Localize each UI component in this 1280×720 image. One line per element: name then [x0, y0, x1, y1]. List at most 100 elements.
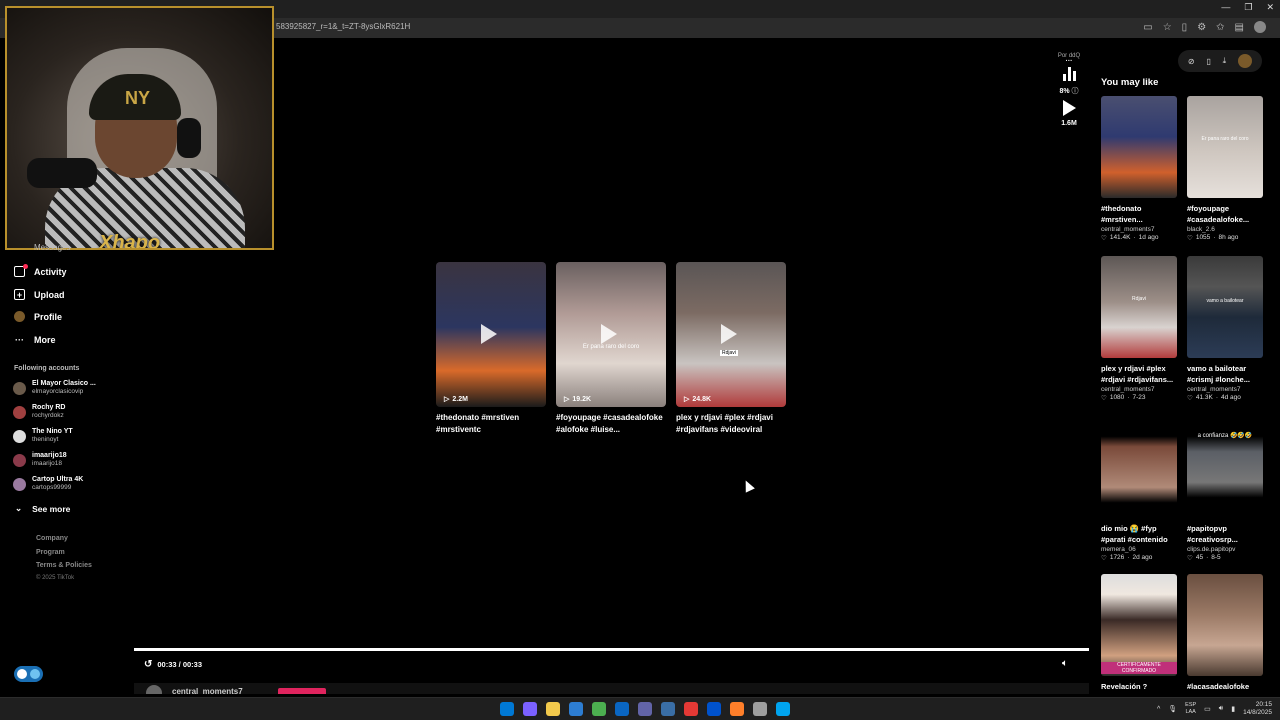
following-account[interactable]: Rochy RD rochyrdokz	[13, 404, 65, 420]
chevron-up-icon[interactable]: ^	[1157, 706, 1160, 713]
compass-icon[interactable]: ⊘	[1188, 57, 1195, 66]
video-title[interactable]: #foyoupage #casadealofoke #alofoke #luis…	[556, 412, 668, 436]
sidebar-item-profile[interactable]: Profile	[14, 311, 62, 322]
video-thumbnail[interactable]	[1187, 574, 1263, 676]
more-options-icon[interactable]: ···	[1055, 58, 1083, 65]
recommended-video[interactable]: #thedonato #mrstiven... central_moments7 …	[1101, 96, 1177, 242]
rec-author[interactable]: central_moments7	[1187, 386, 1263, 393]
sidebar-item-messages-partial[interactable]: Messages	[34, 243, 70, 252]
see-more-button[interactable]: ⌄ See more	[15, 503, 70, 514]
mic-icon[interactable]: 🎙︎	[1168, 705, 1177, 713]
video-thumbnail[interactable]: CERTIFICAMENTE CONFIRMADO	[1101, 574, 1177, 676]
sidebar-item-label: More	[34, 334, 56, 345]
play-small-icon: ▷	[564, 396, 570, 403]
video-progress-bar[interactable]	[134, 648, 1089, 651]
collections-icon[interactable]: ▤	[1235, 22, 1244, 33]
rec-stats: ♡ 141.4K · 1d ago	[1101, 234, 1159, 242]
video-card[interactable]: ▷ 2.2M	[436, 262, 546, 407]
video-title[interactable]: #thedonato #mrstiven #mrstiventc	[436, 412, 548, 436]
chrome-icon[interactable]	[592, 702, 606, 716]
video-thumbnail[interactable]: Rdjavi	[1101, 256, 1177, 358]
video-title-line: plex y rdjavi #plex #rdjavi	[676, 413, 773, 422]
profile-avatar[interactable]	[1254, 21, 1266, 33]
volume-icon[interactable]: 🔈︎	[1062, 658, 1068, 669]
reader-icon[interactable]: ▭	[1143, 22, 1152, 33]
following-account[interactable]: The Nino YT theninoyt	[13, 428, 73, 444]
footer-link-terms[interactable]: Terms & Policies	[36, 562, 92, 569]
play-button[interactable]	[1055, 100, 1083, 118]
video-thumbnail[interactable]	[1101, 96, 1177, 198]
outlook-icon[interactable]	[615, 702, 629, 716]
vlc-icon[interactable]	[730, 702, 744, 716]
phone-icon[interactable]: ▯	[1206, 57, 1210, 66]
file-explorer-icon[interactable]	[546, 702, 560, 716]
account-handle: elmayorclasicovip	[32, 388, 84, 395]
footer-link-program[interactable]: Program	[36, 549, 65, 556]
favorites-bar-icon[interactable]: ✩	[1216, 22, 1224, 33]
rec-author[interactable]: central_moments7	[1101, 386, 1177, 393]
sidebar-item-activity[interactable]: Activity	[14, 264, 67, 277]
recommended-video[interactable]: Er pana raro del coro #foyoupage #casadea…	[1187, 96, 1263, 242]
avatar[interactable]	[1238, 54, 1253, 68]
clock[interactable]: 20:15 14/8/2025	[1243, 701, 1272, 717]
avatar	[13, 405, 26, 419]
replay-icon[interactable]: ↺	[144, 659, 152, 670]
start-icon[interactable]	[500, 702, 514, 716]
download-icon[interactable]: ⤓	[1223, 56, 1227, 66]
favorite-icon[interactable]: ☆	[1163, 22, 1172, 33]
extensions-icon[interactable]: ⚙	[1197, 22, 1206, 33]
stats-button[interactable]	[1055, 67, 1083, 83]
obs-icon[interactable]	[684, 702, 698, 716]
split-icon[interactable]: ▯	[1182, 22, 1188, 33]
copilot-icon[interactable]	[523, 702, 537, 716]
video-title[interactable]: plex y rdjavi #plex #rdjavi #rdjavifans …	[676, 412, 788, 436]
steam-icon[interactable]	[661, 702, 675, 716]
avatar[interactable]	[146, 685, 162, 694]
sidebar-item-more[interactable]: ··· More	[14, 334, 56, 345]
sidebar-item-upload[interactable]: + Upload	[14, 289, 65, 300]
view-count: ▷ 24.8K	[684, 395, 711, 404]
creator-name[interactable]: central_moments7	[172, 687, 243, 694]
app-toggle[interactable]	[14, 666, 43, 682]
edge-icon[interactable]	[776, 702, 790, 716]
footer-link-company[interactable]: Company	[36, 535, 68, 542]
recommended-video[interactable]: CERTIFICAMENTE CONFIRMADO Revelación ?	[1101, 574, 1177, 692]
recommended-video[interactable]: dio mio 😭 #fyp #parati #contenido memera_…	[1101, 416, 1177, 562]
webcam-brand: Xhapo	[99, 232, 161, 250]
photoshop-icon[interactable]	[707, 702, 721, 716]
video-thumbnail[interactable]: a confianza 🤣🤣🤣	[1187, 416, 1263, 518]
video-card[interactable]: Rdjavi ▷ 24.8K	[676, 262, 786, 407]
recommended-video[interactable]: vamo a bailotear vamo a bailotear #crismj…	[1187, 256, 1263, 402]
follow-button[interactable]	[278, 688, 326, 694]
maximize-icon[interactable]: ❐	[1244, 2, 1252, 13]
language-indicator[interactable]: ESP LAA	[1185, 702, 1196, 716]
recommended-video[interactable]: #lacasadealofoke	[1187, 574, 1263, 692]
video-thumbnail[interactable]	[1101, 416, 1177, 518]
view-count-value: 19.2K	[572, 395, 592, 403]
percent-value: 8%	[1059, 88, 1070, 95]
rec-author[interactable]: central_moments7	[1101, 226, 1177, 233]
minimize-icon[interactable]: —	[1221, 2, 1230, 13]
video-card[interactable]: Er pana raro del coro ▷ 19.2K	[556, 262, 666, 407]
view-count-value: 2.2M	[452, 395, 468, 403]
rec-author[interactable]: memera_06	[1101, 546, 1177, 553]
battery-icon[interactable]: ▮	[1231, 705, 1235, 713]
chrome-alt-icon[interactable]	[753, 702, 767, 716]
following-account[interactable]: Cartop Ultra 4K cartops99999	[13, 476, 83, 492]
calendar-icon[interactable]	[569, 702, 583, 716]
following-account[interactable]: imaarijo18 imaarijo18	[13, 452, 67, 468]
video-thumbnail[interactable]: vamo a bailotear	[1187, 256, 1263, 358]
video-thumbnail[interactable]: Er pana raro del coro	[1187, 96, 1263, 198]
close-icon[interactable]: ✕	[1266, 2, 1274, 13]
recommended-video[interactable]: Rdjavi plex y rdjavi #plex #rdjavi #rdjav…	[1101, 256, 1177, 402]
rec-author[interactable]: clips.de.papitopv	[1187, 546, 1263, 553]
recommended-video[interactable]: a confianza 🤣🤣🤣 #papitopvp #creativosrp..…	[1187, 416, 1263, 562]
teams-icon[interactable]	[638, 702, 652, 716]
network-icon[interactable]: ▭	[1204, 705, 1211, 713]
volume-tray-icon[interactable]: 🔊︎	[1219, 705, 1223, 713]
account-handle: rochyrdokz	[32, 412, 64, 419]
webcam-overlay: NY Xhapo	[5, 6, 274, 250]
rec-author[interactable]: black_2.6	[1187, 226, 1263, 233]
url-text[interactable]: 583925827_r=1&_t=ZT-8ysGlxR621H	[276, 22, 410, 31]
following-account[interactable]: El Mayor Clasico ... elmayorclasicovip	[13, 380, 96, 396]
